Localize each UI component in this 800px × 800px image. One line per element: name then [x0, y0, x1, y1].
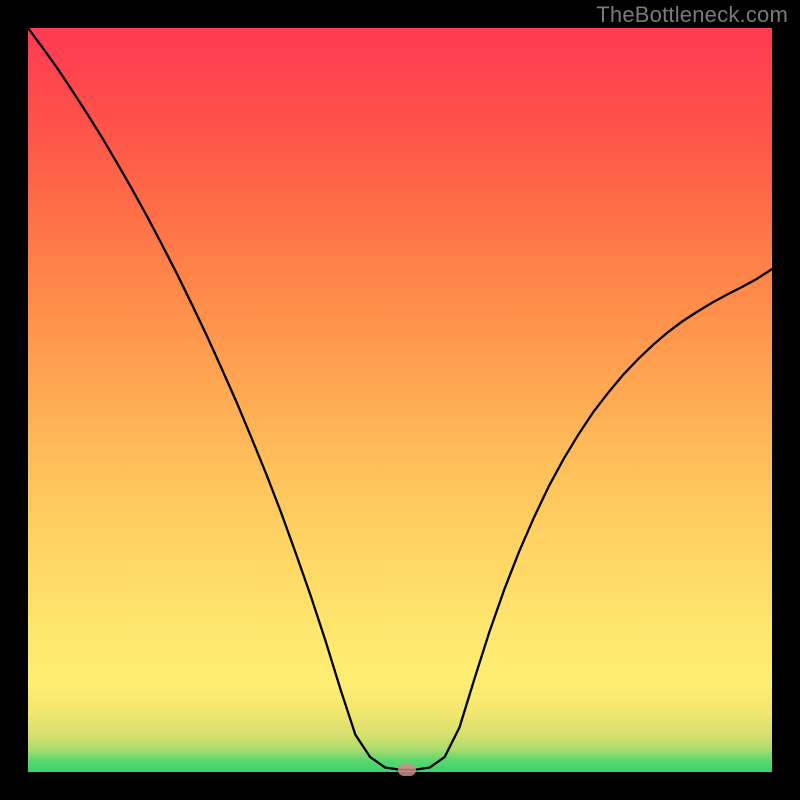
watermark-text: TheBottleneck.com: [596, 2, 788, 28]
bottleneck-curve: [28, 28, 772, 772]
optimal-point-marker: [398, 764, 416, 776]
chart-frame: TheBottleneck.com: [0, 0, 800, 800]
plot-area: [28, 28, 772, 772]
curve-path: [28, 28, 772, 770]
